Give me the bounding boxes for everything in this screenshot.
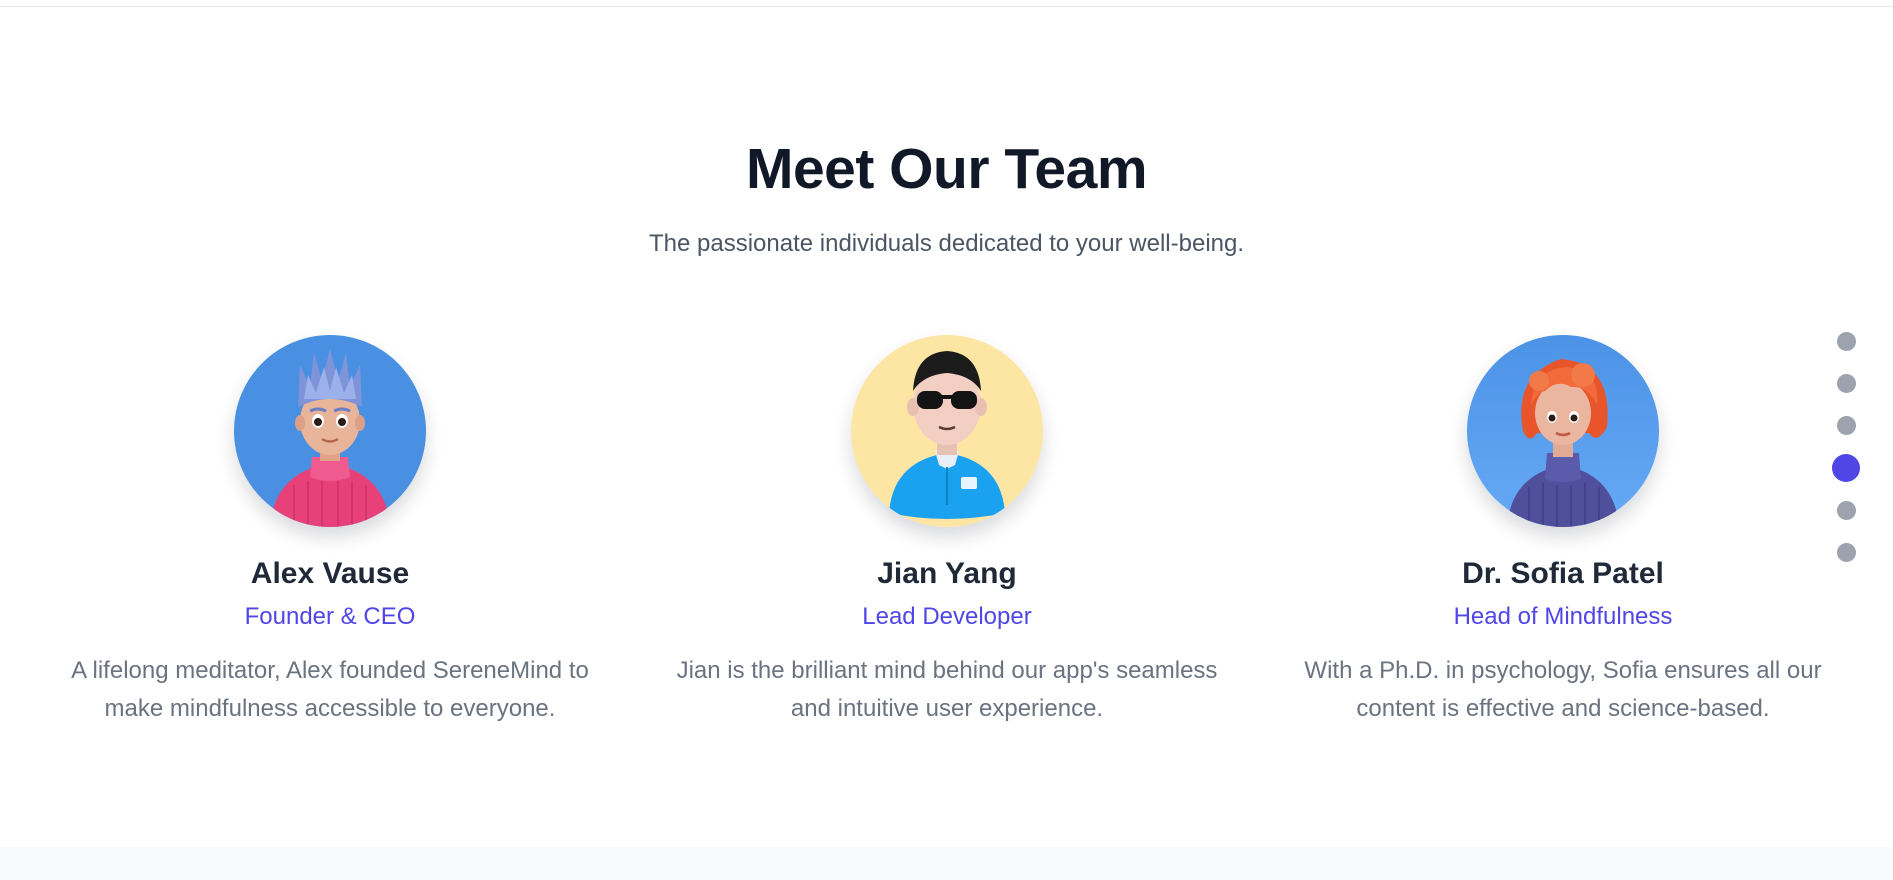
section-pager — [1832, 332, 1860, 585]
team-card-alex-vause: Alex Vause Founder & CEO A lifelong medi… — [50, 335, 610, 728]
member-bio: A lifelong meditator, Alex founded Seren… — [71, 657, 589, 722]
member-bio: With a Ph.D. in psychology, Sofia ensure… — [1304, 657, 1822, 722]
member-role: Head of Mindfulness — [1453, 603, 1673, 630]
member-role: Founder & CEO — [244, 603, 416, 630]
avatar-sofia-patel-icon — [1467, 335, 1659, 527]
team-card-sofia-patel: Dr. Sofia Patel Head of Mindfulness With… — [1283, 335, 1843, 728]
pager-dot-4-active[interactable] — [1832, 454, 1860, 482]
pager-dot-3[interactable] — [1836, 416, 1856, 435]
member-name: Dr. Sofia Patel — [1462, 557, 1664, 590]
section-title: Meet Our Team — [745, 137, 1148, 201]
member-bio: Jian is the brilliant mind behind our ap… — [676, 657, 1218, 722]
pager-dot-2[interactable] — [1836, 374, 1856, 393]
member-role: Lead Developer — [862, 603, 1032, 630]
member-name: Alex Vause — [250, 557, 410, 590]
member-name: Jian Yang — [877, 557, 1017, 590]
avatar-jian-yang-icon — [851, 335, 1043, 527]
next-section-band — [0, 847, 1893, 880]
pager-dot-5[interactable] — [1836, 501, 1856, 520]
top-divider — [0, 6, 1893, 7]
team-card-jian-yang: Jian Yang Lead Developer Jian is the bri… — [667, 335, 1227, 728]
team-section-page: Meet Our Team The passionate individuals… — [0, 0, 1893, 880]
pager-dot-1[interactable] — [1836, 332, 1856, 351]
avatar-alex-vause-icon — [234, 335, 426, 527]
section-subtitle: The passionate individuals dedicated to … — [648, 230, 1245, 257]
pager-dot-6[interactable] — [1836, 543, 1856, 562]
